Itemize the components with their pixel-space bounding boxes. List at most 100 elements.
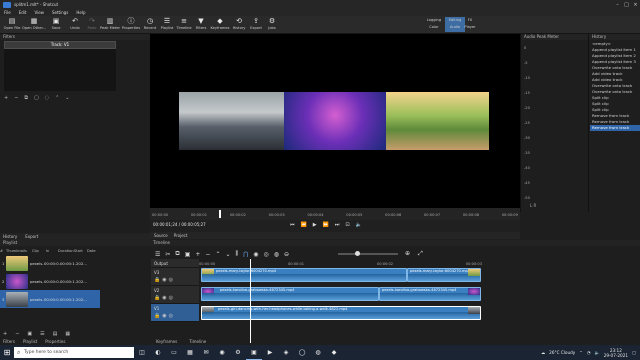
layout-logging[interactable]: Logging Color (424, 17, 444, 32)
grid-view-icon[interactable]: ▦ (65, 331, 70, 339)
append-icon[interactable]: + (195, 251, 200, 258)
tray-arrow-icon[interactable]: ⌃ (579, 350, 583, 355)
menu-view[interactable]: View (34, 10, 44, 15)
paste-filter-icon[interactable]: ▢ (34, 95, 39, 103)
move-up-icon[interactable]: ⌃ (55, 95, 59, 103)
zoom-out-icon[interactable]: ⊖ (284, 251, 289, 258)
lift-icon[interactable]: ⌃ (215, 251, 220, 258)
clock[interactable]: 23:12 29-07-2021 (604, 348, 628, 358)
tab-history[interactable]: History (3, 233, 17, 240)
close-icon[interactable]: × (631, 2, 640, 8)
track-v3-header[interactable]: V3 🔒◉◎ (151, 268, 199, 286)
track-controls-icon[interactable]: 🔒◉◎ (154, 313, 175, 319)
settings-app-icon[interactable]: ⚙ (230, 345, 246, 360)
skip-start-icon[interactable]: ⏮ (290, 222, 295, 228)
remove-icon[interactable]: − (15, 331, 19, 339)
cut-icon[interactable]: ✂ (165, 251, 170, 258)
timeline-clip[interactable]: pexels-mary-taylor-6004270.mp4 (201, 268, 407, 282)
open-other-button[interactable]: ▦ Open Other... (22, 16, 46, 34)
jobs-button[interactable]: ⚙ Jobs (260, 16, 284, 34)
video-preview[interactable] (150, 34, 520, 212)
track-output-header[interactable]: Output (151, 259, 199, 268)
start-button[interactable]: ⊞ (0, 345, 14, 360)
firefox-icon[interactable]: ◍ (310, 345, 326, 360)
zoom-fit-icon[interactable]: ⤢ (418, 250, 423, 258)
zoom-slider[interactable] (338, 253, 398, 255)
menu-icon[interactable]: ☰ (40, 331, 44, 339)
media-app-icon[interactable]: ▶ (262, 345, 278, 360)
timeline-playhead[interactable] (250, 259, 251, 343)
file-explorer-icon[interactable]: ▭ (166, 345, 182, 360)
list-view-icon[interactable]: ▤ (53, 331, 58, 339)
filter-list[interactable] (4, 49, 116, 91)
track-controls-icon[interactable]: 🔒◉◎ (154, 295, 175, 301)
timeline-clip[interactable]: pexels-mary-taylor-6004270.mp4 (407, 268, 481, 282)
current-timecode[interactable]: 00:00:01;24 (153, 222, 177, 227)
preview-playhead[interactable] (219, 210, 221, 218)
tab-project[interactable]: Project (174, 232, 188, 239)
tab-export[interactable]: Export (25, 233, 38, 240)
speaker-icon[interactable]: 🔈 (594, 350, 599, 356)
timeline-menu-icon[interactable]: ☰ (155, 251, 160, 258)
add-icon[interactable]: + (3, 331, 7, 339)
playlist-row-selected[interactable]: 3 pexels... 00:00:0... 00:00:1... 202...… (0, 290, 100, 308)
open-file-button[interactable]: ▤ Open File (0, 16, 24, 34)
ripple-icon[interactable]: ◎ (263, 251, 268, 258)
fast-forward-icon[interactable]: ⏩ (323, 222, 329, 228)
split-icon[interactable]: ⫼ (236, 250, 239, 258)
ripple-delete-icon[interactable]: − (205, 251, 210, 258)
toggle-zoom-icon[interactable]: ⊡ (345, 222, 349, 228)
timeline-clip-selected[interactable]: pexels-girl-dancing-with-her-headphones-… (201, 306, 481, 320)
tab-source[interactable]: Source (154, 232, 168, 239)
weather-icon[interactable]: ☁ (541, 350, 545, 355)
ripple-all-icon[interactable]: ◍ (274, 251, 279, 258)
paste-icon[interactable]: ▣ (185, 251, 191, 258)
scrub-icon[interactable]: ◉ (253, 251, 258, 258)
zoom-in-icon[interactable]: ⊕ (405, 250, 410, 257)
volume-icon[interactable]: 🔈 (356, 222, 362, 228)
playlist-row[interactable]: 2 pexels... 00:00:0... 00:00:1... 202...… (0, 272, 100, 290)
deselect-filter-icon[interactable]: ◌ (45, 95, 49, 103)
timeline-clip[interactable]: pexels-karolina-grabowska-4672345.mp4 (379, 287, 481, 301)
notifications-icon[interactable]: ▢ (632, 350, 636, 355)
history-item-selected[interactable]: Remove from track (590, 125, 640, 131)
playlist-row[interactable]: 1 pexels... 00:00:0... 00:00:1... 202...… (0, 254, 100, 272)
layout-fx[interactable]: FX Player (460, 17, 480, 32)
menu-edit[interactable]: Edit (19, 10, 27, 15)
mail-icon[interactable]: ✉ (198, 345, 214, 360)
weather-text[interactable]: 26°C Cloudy (549, 350, 575, 355)
rewind-icon[interactable]: ⏪ (301, 222, 307, 228)
remove-filter-icon[interactable]: − (14, 95, 18, 103)
timeline-clip[interactable]: pexels-karolina-grabowska-4672345.mp4 (201, 287, 379, 301)
add-filter-icon[interactable]: + (4, 95, 8, 103)
network-icon[interactable]: ◔ (587, 350, 591, 355)
copy-filter-icon[interactable]: ⧉ (24, 95, 28, 103)
minimize-icon[interactable]: – (613, 2, 622, 8)
edge-icon[interactable]: ◐ (150, 345, 166, 360)
timeline-ruler[interactable]: 00:00:00 00:00:01 00:00:02 00:00:03 (199, 262, 482, 267)
track-v1-header[interactable]: V1 🔒◉◎ (151, 304, 199, 322)
zoom-slider-handle[interactable] (355, 251, 360, 256)
overwrite-icon[interactable]: ⌄ (225, 251, 230, 258)
move-down-icon[interactable]: ⌄ (65, 95, 69, 103)
maximize-icon[interactable]: □ (622, 2, 631, 8)
recent-icon: ◷ (146, 17, 154, 25)
menu-settings[interactable]: Settings (52, 10, 68, 15)
menu-file[interactable]: File (4, 10, 11, 15)
update-icon[interactable]: ▣ (27, 331, 32, 339)
shotcut-task-icon[interactable]: ▣ (246, 345, 262, 360)
play-icon[interactable]: ▶ (313, 222, 317, 228)
task-view-icon[interactable]: ◫ (134, 345, 150, 360)
teams-icon[interactable]: ◆ (326, 345, 342, 360)
skip-end-icon[interactable]: ⏭ (335, 222, 340, 228)
menu-help[interactable]: Help (76, 10, 85, 15)
copy-icon[interactable]: ⧉ (175, 250, 179, 258)
store-icon[interactable]: ▦ (182, 345, 198, 360)
taskbar-search[interactable]: Type here to search (14, 347, 134, 358)
photos-app-icon[interactable]: ◈ (278, 345, 294, 360)
track-v2-header[interactable]: V2 🔒◉◎ (151, 286, 199, 304)
snap-icon[interactable]: ⋂ (243, 251, 248, 258)
track-controls-icon[interactable]: 🔒◉◎ (154, 277, 175, 283)
opera-icon[interactable]: ◯ (294, 345, 310, 360)
chrome-icon[interactable]: ◉ (214, 345, 230, 360)
